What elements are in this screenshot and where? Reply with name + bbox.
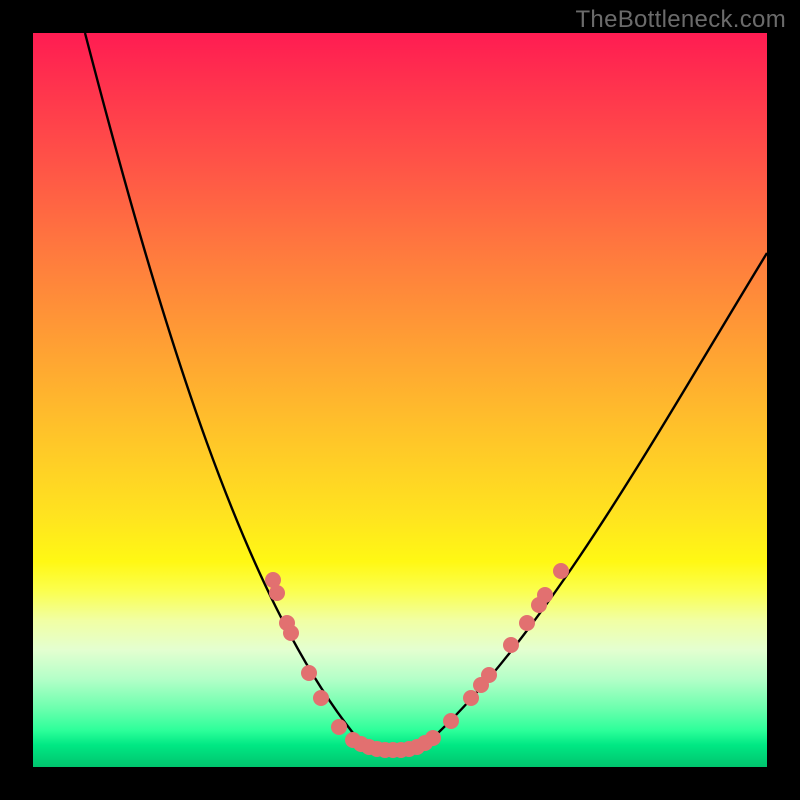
curve-dot: [537, 587, 553, 603]
chart-svg: [33, 33, 767, 767]
curve-dot: [331, 719, 347, 735]
watermark-text: TheBottleneck.com: [575, 6, 786, 34]
curve-dot: [481, 667, 497, 683]
curve-dot: [269, 585, 285, 601]
curve-dot: [425, 730, 441, 746]
bottleneck-curve: [85, 33, 767, 752]
curve-dot: [553, 563, 569, 579]
curve-dot: [503, 637, 519, 653]
outer-frame: TheBottleneck.com: [0, 0, 800, 800]
curve-dot: [313, 690, 329, 706]
curve-dot: [443, 713, 459, 729]
curve-dots-group: [265, 563, 569, 758]
curve-dot: [463, 690, 479, 706]
curve-dot: [283, 625, 299, 641]
curve-dot: [301, 665, 317, 681]
curve-dot: [519, 615, 535, 631]
